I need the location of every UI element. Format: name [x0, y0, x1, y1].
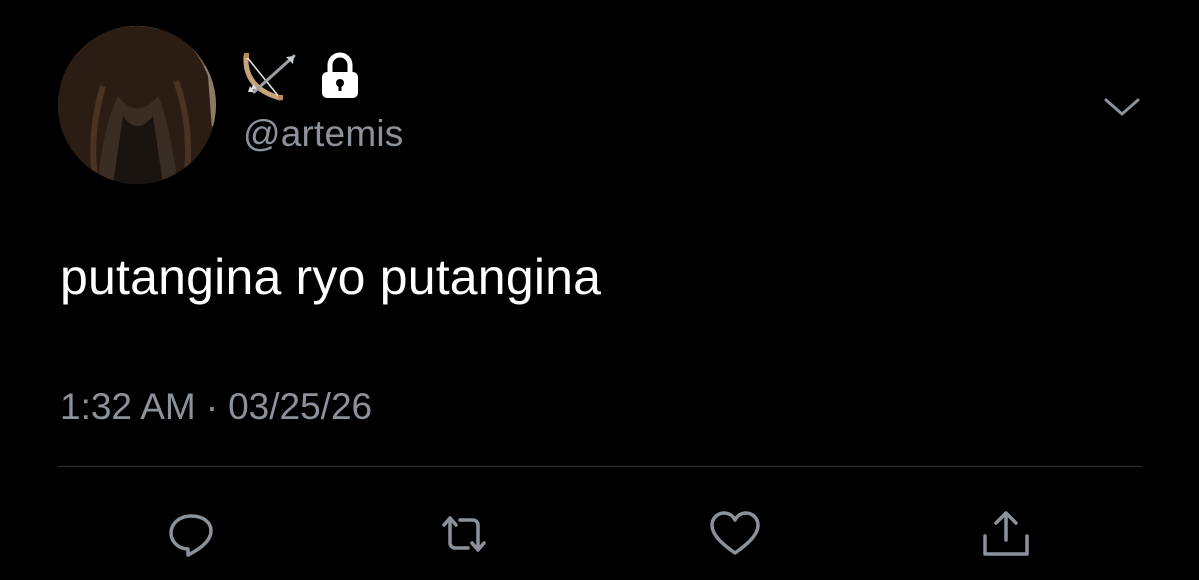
tweet-text: putangina ryo putangina	[60, 249, 602, 305]
share-button[interactable]	[978, 506, 1034, 562]
lock-icon	[322, 52, 358, 98]
tweet-time: 1:32 AM	[60, 386, 196, 427]
retweet-icon	[442, 516, 486, 552]
reply-icon	[169, 514, 213, 557]
retweet-button[interactable]	[436, 506, 492, 562]
tweet-date: 03/25/26	[228, 386, 373, 427]
separator: ·	[205, 386, 219, 427]
user-handle[interactable]: @artemis	[243, 113, 403, 155]
bow-and-arrow-icon	[243, 53, 296, 101]
tweet: @artemis putangina ryo putangina 1:32 AM…	[0, 0, 1199, 580]
avatar[interactable]	[58, 26, 216, 184]
reply-button[interactable]	[163, 506, 219, 562]
divider	[58, 466, 1142, 467]
tweet-timestamp[interactable]: 1:32 AM · 03/25/26	[60, 386, 372, 428]
share-icon	[983, 511, 1029, 556]
display-name[interactable]	[240, 48, 362, 104]
heart-icon	[710, 511, 760, 555]
chevron-down-icon[interactable]	[1100, 92, 1144, 120]
like-button[interactable]	[707, 506, 763, 562]
